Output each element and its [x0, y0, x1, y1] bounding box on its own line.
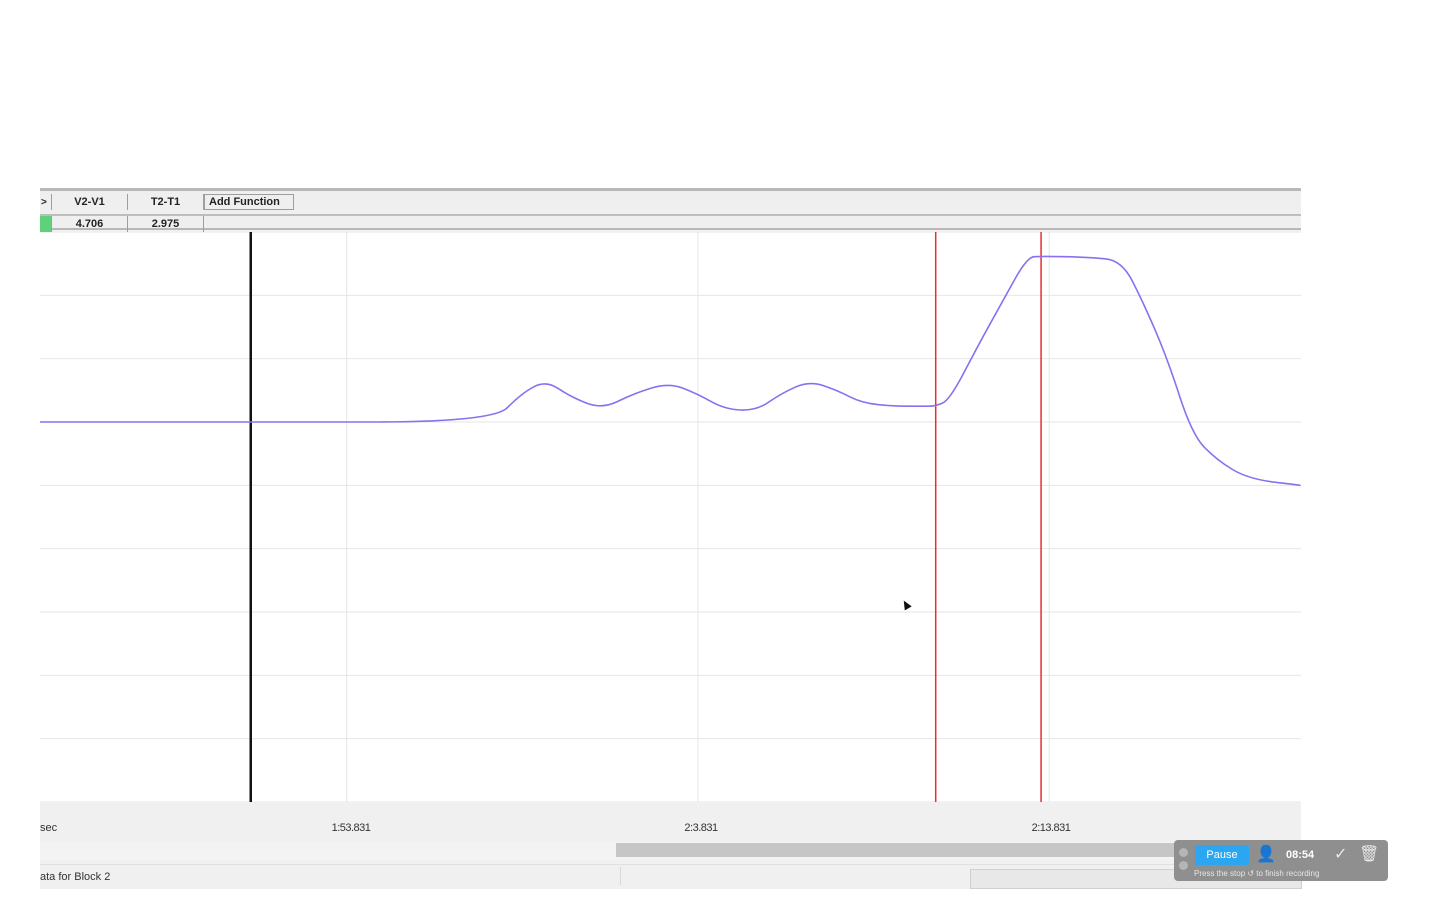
- axis-unit-label: sec: [40, 822, 58, 834]
- check-circle-icon[interactable]: ✓: [1334, 846, 1347, 864]
- user-icon[interactable]: 👤: [1256, 846, 1276, 864]
- status-divider: [620, 867, 971, 885]
- channel-color-swatch: [40, 216, 52, 232]
- drag-handle-icon[interactable]: [1179, 848, 1189, 874]
- add-function-button[interactable]: Add Function: [204, 194, 294, 210]
- screen-recorder-widget: Pause 👤 08:54 ✓ 🗑 Press the stop ↺ to fi…: [1174, 840, 1388, 881]
- line-chart[interactable]: [40, 232, 1301, 802]
- x-tick-label: 1:53.831: [331, 822, 371, 834]
- recording-hint: Press the stop ↺ to finish recording: [1194, 869, 1320, 878]
- time-axis: sec 1:53.831 2:3.831 2:13.831: [40, 802, 1301, 844]
- pause-button[interactable]: Pause: [1195, 845, 1249, 865]
- measurement-value-v2-v1: 4.706: [52, 216, 128, 232]
- recording-timer: 08:54: [1286, 849, 1315, 861]
- signal-trace-line: [40, 255, 1301, 487]
- measurement-header-row: > V2-V1 T2-T1 Add Function: [40, 194, 1301, 212]
- chart-plot-area[interactable]: [40, 232, 1301, 802]
- measurement-table: > V2-V1 T2-T1 Add Function 4.706 2.975: [40, 188, 1301, 232]
- status-bar: ata for Block 2: [40, 864, 1302, 889]
- trash-icon[interactable]: 🗑: [1359, 846, 1379, 864]
- x-tick-label: 2:13.831: [1031, 822, 1071, 834]
- measurement-value-row: 4.706 2.975: [40, 214, 1301, 234]
- expand-arrow-icon[interactable]: >: [40, 194, 52, 210]
- horizontal-scrollbar[interactable]: [40, 842, 1301, 860]
- measurement-value-t2-t1: 2.975: [128, 216, 204, 232]
- block-status-text: ata for Block 2: [40, 871, 111, 883]
- scrollbar-thumb[interactable]: [616, 843, 1216, 857]
- measurement-header-v2-v1[interactable]: V2-V1: [52, 194, 128, 210]
- measurement-header-t2-t1[interactable]: T2-T1: [128, 194, 204, 210]
- x-tick-label: 2:3.831: [684, 822, 718, 834]
